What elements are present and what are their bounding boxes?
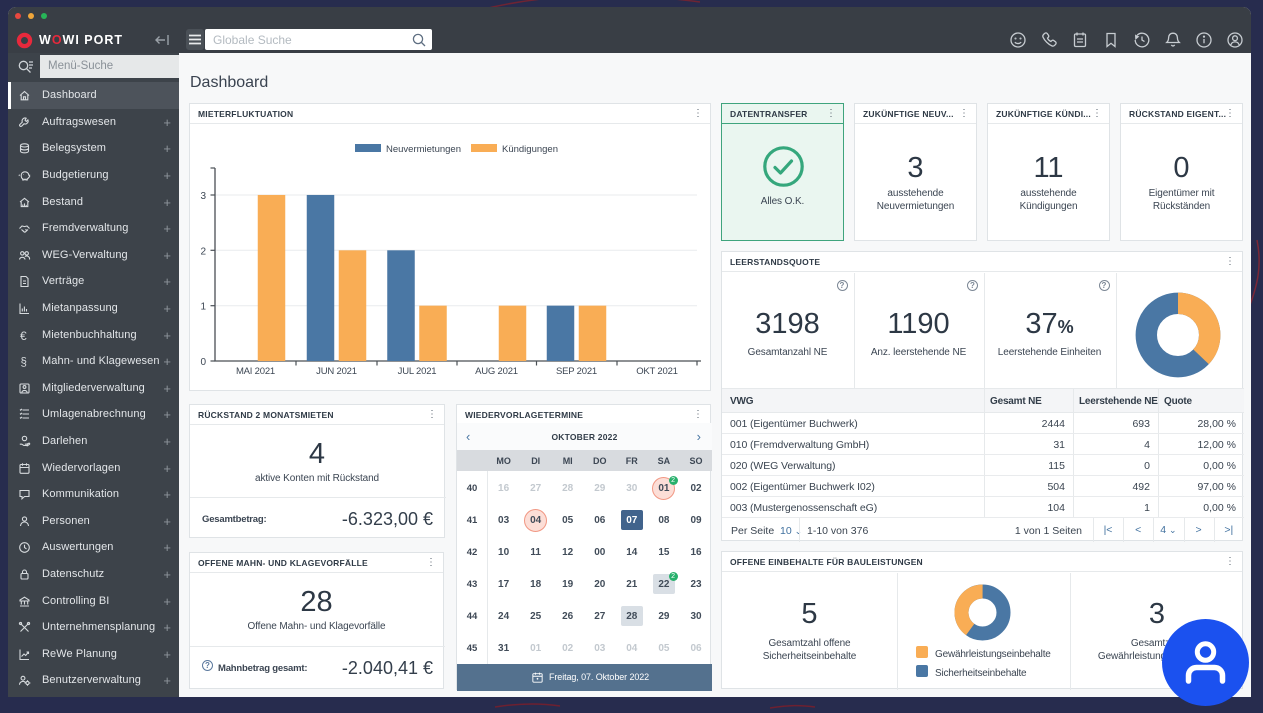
svg-text:JUL 2021: JUL 2021 — [398, 366, 437, 377]
svg-text:0: 0 — [200, 357, 206, 368]
svg-text:2: 2 — [200, 246, 206, 257]
svg-text:Neuvermietungen: Neuvermietungen — [386, 144, 461, 155]
svg-text:MAI 2021: MAI 2021 — [236, 366, 275, 377]
svg-text:AUG 2021: AUG 2021 — [475, 366, 518, 377]
svg-text:SEP 2021: SEP 2021 — [556, 366, 597, 377]
svg-text:3: 3 — [200, 191, 206, 202]
svg-text:Kündigungen: Kündigungen — [502, 144, 558, 155]
svg-text:€: € — [20, 329, 27, 342]
svg-text:1: 1 — [200, 302, 206, 313]
svg-text:JUN 2021: JUN 2021 — [316, 366, 357, 377]
svg-text:§: § — [21, 357, 27, 368]
svg-text:OKT 2021: OKT 2021 — [636, 366, 678, 377]
